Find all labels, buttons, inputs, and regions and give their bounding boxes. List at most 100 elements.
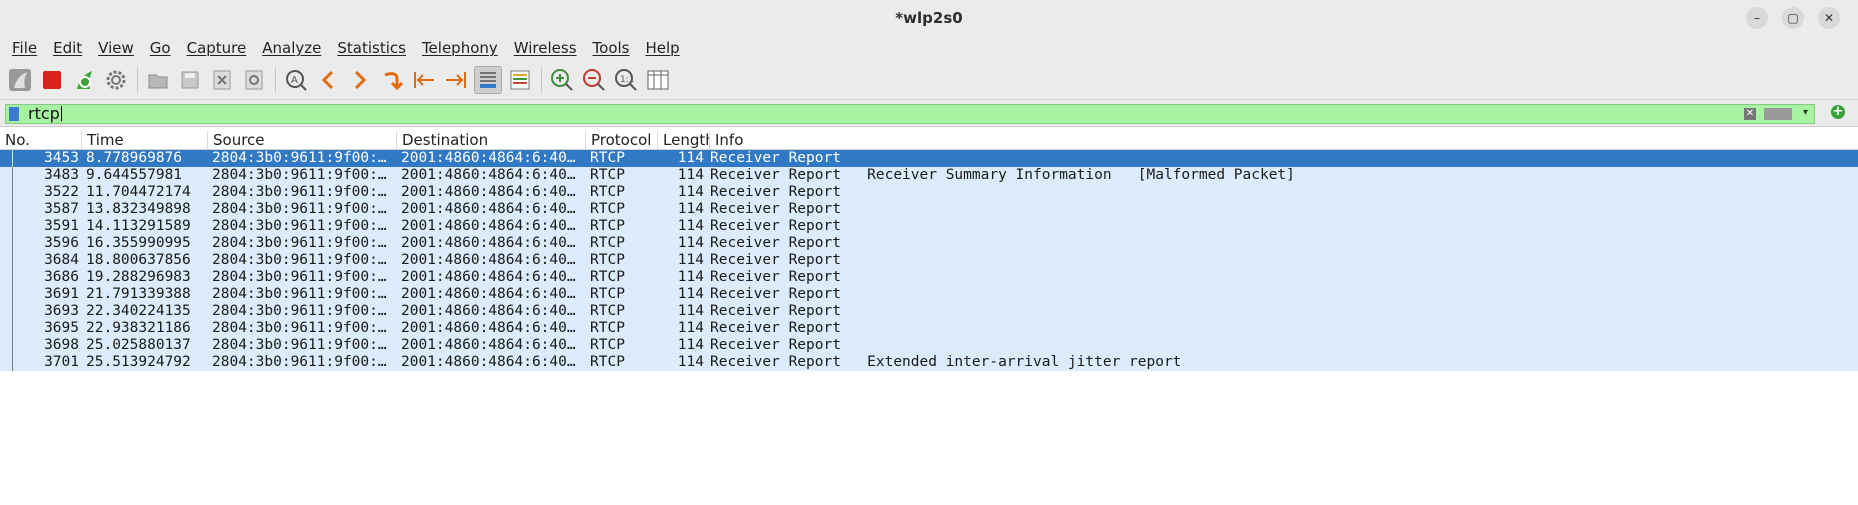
packet-info: Receiver Report: [710, 218, 841, 234]
chevron-down-icon[interactable]: ▾: [1803, 107, 1808, 118]
go-to-packet-button[interactable]: [378, 66, 406, 94]
packet-destination: 2001:4860:4864:6:40…: [401, 184, 576, 200]
table-row[interactable]: 3596 16.355990995 2804:3b0:9611:9f00:… 2001…: [0, 235, 1858, 252]
normal-size-button[interactable]: 1:1: [612, 66, 640, 94]
autoscroll-button[interactable]: [474, 65, 502, 94]
table-row[interactable]: 3591 14.113291589 2804:3b0:9611:9f00:… 2001…: [0, 218, 1858, 235]
arrow-right-icon: [354, 70, 367, 89]
menu-capture[interactable]: Capture: [179, 39, 255, 57]
column-header-time[interactable]: Time: [82, 131, 208, 149]
packet-time: 25.025880137: [86, 337, 191, 353]
menu-view[interactable]: View: [90, 39, 142, 57]
packet-time: 25.513924792: [86, 354, 191, 370]
table-row[interactable]: 3483 9.644557981 2804:3b0:9611:9f00:… 2001:…: [0, 167, 1858, 184]
apply-filter-icon[interactable]: [1764, 108, 1792, 120]
packet-destination: 2001:4860:4864:6:40…: [401, 354, 576, 370]
packet-source: 2804:3b0:9611:9f00:…: [212, 286, 387, 302]
go-forward-button[interactable]: [346, 66, 374, 94]
table-row[interactable]: 3587 13.832349898 2804:3b0:9611:9f00:… 2001…: [0, 201, 1858, 218]
column-header-source[interactable]: Source: [208, 131, 397, 149]
clear-filter-icon[interactable]: ✕: [1744, 108, 1756, 120]
stop-capture-button[interactable]: [38, 66, 66, 94]
minimize-button[interactable]: –: [1746, 7, 1768, 29]
menu-tools[interactable]: Tools: [585, 39, 638, 57]
zoom-out-button[interactable]: [580, 66, 608, 94]
close-file-button[interactable]: [208, 66, 236, 94]
table-row[interactable]: 3686 19.288296983 2804:3b0:9611:9f00:… 2001…: [0, 269, 1858, 286]
packet-protocol: RTCP: [590, 320, 625, 336]
resize-columns-button[interactable]: [644, 66, 672, 94]
packet-destination: 2001:4860:4864:6:40…: [401, 167, 576, 183]
reload-file-button[interactable]: [240, 66, 268, 94]
menu-wireless[interactable]: Wireless: [506, 39, 585, 57]
zoom-out-icon: [583, 68, 605, 91]
table-row[interactable]: 3698 25.025880137 2804:3b0:9611:9f00:… 2001…: [0, 337, 1858, 354]
packet-length: 114: [677, 184, 704, 200]
display-filter-bar: rtcp ✕ ▾ +: [0, 100, 1858, 127]
menu-help[interactable]: Help: [637, 39, 687, 57]
packet-length: 114: [677, 150, 704, 166]
packet-length: 114: [677, 354, 704, 370]
menu-analyze[interactable]: Analyze: [254, 39, 329, 57]
table-row[interactable]: 3701 25.513924792 2804:3b0:9611:9f00:… 2001…: [0, 354, 1858, 371]
menu-statistics[interactable]: Statistics: [329, 39, 414, 57]
column-header-no[interactable]: No.: [0, 131, 82, 149]
packet-time: 18.800637856: [86, 252, 191, 268]
table-row[interactable]: 3693 22.340224135 2804:3b0:9611:9f00:… 2001…: [0, 303, 1858, 320]
packet-length: 114: [677, 269, 704, 285]
last-packet-button[interactable]: [442, 66, 470, 94]
table-row[interactable]: 3684 18.800637856 2804:3b0:9611:9f00:… 2001…: [0, 252, 1858, 269]
first-packet-icon: [414, 71, 434, 88]
packet-info: Receiver Report: [710, 184, 841, 200]
packet-info: Receiver Report: [710, 201, 841, 217]
bookmark-icon[interactable]: [9, 107, 19, 121]
packet-length: 114: [677, 286, 704, 302]
add-filter-button[interactable]: +: [1831, 105, 1845, 119]
packet-protocol: RTCP: [590, 235, 625, 251]
table-row[interactable]: 3691 21.791339388 2804:3b0:9611:9f00:… 2001…: [0, 286, 1858, 303]
column-header-info[interactable]: Info: [710, 131, 1858, 149]
packet-time: 14.113291589: [86, 218, 191, 234]
find-packet-button[interactable]: A: [282, 66, 310, 94]
menu-edit[interactable]: Edit: [45, 39, 90, 57]
svg-text:1:1: 1:1: [620, 75, 634, 85]
resize-columns-icon: [647, 70, 669, 89]
packet-no: 3522: [44, 184, 79, 200]
maximize-button[interactable]: ▢: [1782, 7, 1804, 29]
packet-time: 22.938321186: [86, 320, 191, 336]
table-row[interactable]: 3453 8.778969876 2804:3b0:9611:9f00:… 2001:…: [0, 150, 1858, 167]
menu-go[interactable]: Go: [142, 39, 179, 57]
packet-protocol: RTCP: [590, 286, 625, 302]
start-capture-button[interactable]: [6, 66, 34, 94]
colorize-button[interactable]: [506, 66, 534, 94]
restart-capture-button[interactable]: [70, 66, 98, 94]
close-button[interactable]: ✕: [1818, 7, 1840, 29]
packet-length: 114: [677, 252, 704, 268]
packet-source: 2804:3b0:9611:9f00:…: [212, 184, 387, 200]
open-file-button[interactable]: [144, 66, 172, 94]
column-header-protocol[interactable]: Protocol: [586, 131, 658, 149]
column-header-length[interactable]: Length: [658, 131, 710, 149]
first-packet-button[interactable]: [410, 66, 438, 94]
toolbar-separator: [275, 66, 276, 93]
menu-file[interactable]: File: [4, 39, 45, 57]
table-row[interactable]: 3522 11.704472174 2804:3b0:9611:9f00:… 2001…: [0, 184, 1858, 201]
save-file-button[interactable]: [176, 66, 204, 94]
packet-length: 114: [677, 303, 704, 319]
packet-protocol: RTCP: [590, 201, 625, 217]
packet-length: 114: [677, 235, 704, 251]
column-header-destination[interactable]: Destination: [397, 131, 586, 149]
stop-icon: [43, 70, 61, 89]
display-filter-input[interactable]: rtcp ✕ ▾: [5, 104, 1815, 124]
packet-source: 2804:3b0:9611:9f00:…: [212, 235, 387, 251]
table-row[interactable]: 3695 22.938321186 2804:3b0:9611:9f00:… 2001…: [0, 320, 1858, 337]
packet-no: 3686: [44, 269, 79, 285]
close-file-icon: [213, 70, 231, 89]
packet-info: Receiver Report: [710, 252, 841, 268]
filter-text: rtcp: [28, 104, 60, 123]
capture-options-button[interactable]: [102, 66, 130, 94]
go-back-button[interactable]: [314, 66, 342, 94]
text-cursor: [60, 106, 62, 121]
zoom-in-button[interactable]: [548, 66, 576, 94]
menu-telephony[interactable]: Telephony: [414, 39, 506, 57]
